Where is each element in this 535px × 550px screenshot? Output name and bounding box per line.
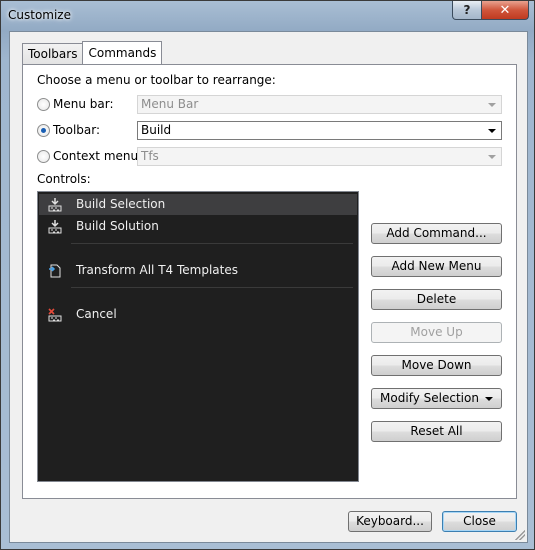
choose-label: Choose a menu or toolbar to rearrange: bbox=[37, 73, 276, 87]
cancel-build-icon bbox=[47, 307, 63, 323]
list-item-label: Build Solution bbox=[76, 219, 159, 233]
context-menu-combo[interactable]: Tfs bbox=[137, 147, 502, 166]
move-down-button[interactable]: Move Down bbox=[371, 355, 502, 376]
list-separator bbox=[71, 287, 353, 288]
list-item[interactable]: Build Selection bbox=[39, 194, 357, 215]
toolbar-combo[interactable]: Build bbox=[137, 121, 502, 140]
window-title: Customize bbox=[8, 8, 71, 22]
resize-grip[interactable] bbox=[515, 530, 525, 540]
modify-selection-button[interactable]: Modify Selection bbox=[371, 388, 502, 409]
list-item-label: Cancel bbox=[76, 307, 117, 321]
commands-panel: Choose a menu or toolbar to rearrange: M… bbox=[22, 64, 517, 499]
delete-button[interactable]: Delete bbox=[371, 289, 502, 310]
add-new-menu-button[interactable]: Add New Menu bbox=[371, 256, 502, 277]
dialog-client-area: Toolbars Commands Choose a menu or toolb… bbox=[9, 31, 528, 543]
help-button[interactable]: ? bbox=[452, 1, 482, 20]
list-item[interactable]: Build Solution bbox=[39, 216, 357, 237]
transform-templates-icon bbox=[47, 263, 63, 279]
list-separator bbox=[71, 243, 353, 244]
context-menu-label: Context menu: bbox=[53, 149, 143, 163]
window-close-button[interactable]: ✕ bbox=[481, 1, 529, 20]
tab-commands[interactable]: Commands bbox=[82, 41, 163, 64]
move-up-button[interactable]: Move Up bbox=[371, 322, 502, 343]
context-menu-combo-value: Tfs bbox=[141, 149, 159, 163]
toolbar-radio[interactable] bbox=[37, 124, 50, 137]
list-item[interactable]: Transform All T4 Templates bbox=[39, 260, 357, 281]
menu-bar-combo-value: Menu Bar bbox=[141, 97, 199, 111]
build-solution-icon bbox=[47, 219, 63, 235]
close-button[interactable]: Close bbox=[442, 511, 517, 532]
controls-label: Controls: bbox=[37, 172, 91, 186]
chevron-down-icon bbox=[484, 396, 493, 401]
controls-list[interactable]: Build Selection Build Solution Transform… bbox=[37, 191, 359, 482]
keyboard-button[interactable]: Keyboard... bbox=[348, 511, 432, 532]
context-menu-radio[interactable] bbox=[37, 150, 50, 163]
list-item[interactable]: Cancel bbox=[39, 304, 357, 325]
list-item-label: Build Selection bbox=[76, 197, 166, 211]
menu-bar-combo[interactable]: Menu Bar bbox=[137, 95, 502, 114]
menu-bar-label: Menu bar: bbox=[53, 97, 114, 111]
list-item-label: Transform All T4 Templates bbox=[76, 263, 238, 277]
chevron-down-icon bbox=[488, 103, 496, 107]
reset-all-button[interactable]: Reset All bbox=[371, 421, 502, 442]
menu-bar-radio[interactable] bbox=[37, 98, 50, 111]
chevron-down-icon bbox=[488, 129, 496, 133]
toolbar-label: Toolbar: bbox=[53, 123, 101, 137]
modify-selection-label: Modify Selection bbox=[380, 391, 479, 405]
customize-dialog: Customize ? ✕ Toolbars Commands Choose a… bbox=[0, 0, 535, 550]
toolbar-combo-value: Build bbox=[141, 123, 172, 137]
chevron-down-icon bbox=[488, 155, 496, 159]
add-command-button[interactable]: Add Command... bbox=[371, 223, 502, 244]
tab-toolbars[interactable]: Toolbars bbox=[22, 43, 84, 64]
tab-strip: Toolbars Commands bbox=[22, 41, 163, 64]
build-selection-icon bbox=[47, 197, 63, 213]
